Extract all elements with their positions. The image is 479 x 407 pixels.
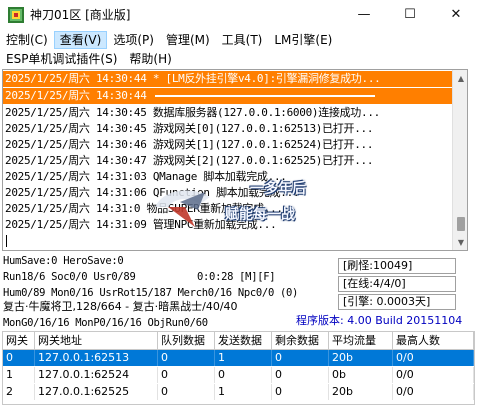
- log-line: 2025/1/25/周六 14:31:03 QManage 脚本加载完成...: [5, 170, 287, 183]
- status-hum: Hum0/89 Mon0/16 UsrRot15/187 Merch0/16 N…: [3, 287, 299, 299]
- cell-queue: 0: [158, 367, 215, 383]
- log-line: 2025/1/25/周六 14:30:44 * [LM反外挂引擎v4.0]:引擎…: [3, 71, 467, 87]
- cell-address: 127.0.0.1:62524: [35, 367, 158, 383]
- menu-esp-plugin[interactable]: ESP单机调试插件(S): [0, 50, 123, 68]
- maximize-button[interactable]: ☐: [387, 0, 433, 29]
- col-header-address[interactable]: 网关地址: [35, 332, 158, 350]
- log-line: 2025/1/25/周六 14:31:09 管理NPC重新加载完成...: [5, 218, 277, 231]
- table-header-row: 网关 网关地址 队列数据 发送数据 剩余数据 平均流量 最高人数: [3, 332, 474, 350]
- menu-view[interactable]: 查看(V): [53, 31, 108, 49]
- status-mon: MonG0/16/16 MonP0/16/16 ObjRun0/60: [3, 317, 208, 329]
- log-panel[interactable]: 2025/1/25/周六 14:30:44 * [LM反外挂引擎v4.0]:引擎…: [2, 69, 468, 251]
- cell-sent: 1: [215, 350, 272, 366]
- col-header-gateway[interactable]: 网关: [3, 332, 35, 350]
- cell-remaining: 0: [272, 350, 329, 366]
- log-scrollbar[interactable]: ▲ ▼: [452, 70, 467, 250]
- menu-lm-engine[interactable]: LM引擎(E): [268, 31, 338, 49]
- status-humsave: HumSave:0 HeroSave:0: [3, 255, 124, 267]
- log-line: 2025/1/25/周六 14:31:06 QFunction 脚本加载完成..…: [5, 186, 300, 199]
- status-time: 0:0:28 [M][F]: [197, 271, 276, 283]
- text-cursor: [6, 235, 7, 247]
- window-title: 神刀01区 [商业版]: [30, 8, 131, 22]
- log-line: 2025/1/25/周六 14:30:45 游戏网关[0](127.0.0.1:…: [5, 122, 374, 135]
- menu-bar: 控制(C) 查看(V) 选项(P) 管理(M) 工具(T) LM引擎(E): [0, 31, 479, 49]
- table-row[interactable]: 1 127.0.0.1:62524 0 0 0 0b 0/0: [3, 367, 474, 383]
- menu-manage[interactable]: 管理(M): [160, 31, 216, 49]
- cell-sent: 1: [215, 384, 272, 400]
- col-header-remaining[interactable]: 剩余数据: [272, 332, 329, 350]
- menu-control[interactable]: 控制(C): [0, 31, 54, 49]
- title-bar: 神刀01区 [商业版] — ☐ ✕: [0, 0, 479, 29]
- cell-gateway: 0: [3, 350, 35, 366]
- cell-avg-traffic: 0b: [329, 367, 393, 383]
- minimize-button[interactable]: —: [341, 0, 387, 29]
- col-header-avg-traffic[interactable]: 平均流量: [329, 332, 393, 350]
- engine-uptime: [引擎: 0.0003天]: [338, 294, 456, 310]
- cell-remaining: 0: [272, 367, 329, 383]
- cell-queue: 0: [158, 350, 215, 366]
- col-header-sent[interactable]: 发送数据: [215, 332, 272, 350]
- menu-help[interactable]: 帮助(H): [123, 50, 177, 68]
- table-row[interactable]: 2 127.0.0.1:62525 0 1 0 20b 0/0: [3, 384, 474, 400]
- gateway-table: 网关 网关地址 队列数据 发送数据 剩余数据 平均流量 最高人数 0 127.0…: [2, 331, 475, 405]
- cell-avg-traffic: 20b: [329, 384, 393, 400]
- cell-gateway: 2: [3, 384, 35, 400]
- cell-gateway: 1: [3, 367, 35, 383]
- cell-address: 127.0.0.1:62525: [35, 384, 158, 400]
- scroll-thumb[interactable]: [457, 217, 465, 231]
- cell-max-users: 0/0: [393, 350, 474, 366]
- menu-options[interactable]: 选项(P): [107, 31, 160, 49]
- table-row[interactable]: 0 127.0.0.1:62513 0 1 0 20b 0/0: [3, 350, 474, 366]
- refresh-counter: [刷怪:10049]: [338, 258, 456, 274]
- close-button[interactable]: ✕: [433, 0, 479, 29]
- cell-max-users: 0/0: [393, 367, 474, 383]
- log-line: 2025/1/25/周六 14:30:45 数据库服务器(127.0.0.1:6…: [5, 106, 380, 119]
- cell-address: 127.0.0.1:62513: [35, 350, 158, 366]
- cell-max-users: 0/0: [393, 384, 474, 400]
- menu-bar-row2: ESP单机调试插件(S) 帮助(H): [0, 50, 479, 68]
- version-label: 程序版本: 4.00 Build 20151104: [296, 314, 463, 327]
- app-icon: [8, 6, 24, 23]
- log-line: 2025/1/25/周六 14:30:47 游戏网关[2](127.0.0.1:…: [5, 154, 374, 167]
- log-line: 2025/1/25/周六 14:30:46 游戏网关[1](127.0.0.1:…: [5, 138, 374, 151]
- cell-remaining: 0: [272, 384, 329, 400]
- online-counter: [在线:4/4/0]: [338, 276, 456, 292]
- col-header-max-users[interactable]: 最高人数: [393, 332, 474, 350]
- log-line: 2025/1/25/周六 14:30:44: [3, 88, 467, 104]
- cell-queue: 0: [158, 384, 215, 400]
- cell-sent: 0: [215, 367, 272, 383]
- scroll-down-arrow-icon[interactable]: ▼: [453, 234, 467, 250]
- cell-avg-traffic: 20b: [329, 350, 393, 366]
- status-run: Run18/6 Soc0/0 Usr0/89: [3, 271, 136, 283]
- scroll-up-arrow-icon[interactable]: ▲: [453, 70, 467, 86]
- col-header-queue[interactable]: 队列数据: [158, 332, 215, 350]
- log-line: 2025/1/25/周六 14:31:0 物品SUPER重新加载完成...: [5, 202, 283, 215]
- menu-tools[interactable]: 工具(T): [216, 31, 269, 49]
- status-map: 复古·牛魔将卫,128/664 - 复古·暗黑战士/40/40: [3, 300, 238, 313]
